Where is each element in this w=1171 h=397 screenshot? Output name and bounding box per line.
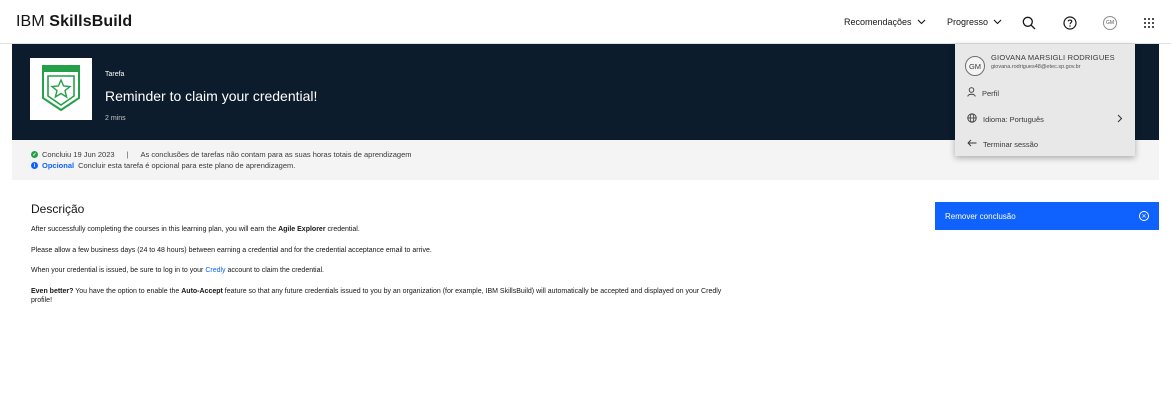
chevron-down-icon bbox=[917, 18, 926, 27]
description-paragraph-3: When your credential is issued, be sure … bbox=[31, 266, 731, 276]
page-title: Reminder to claim your credential! bbox=[105, 88, 318, 104]
completed-date: Concluiu 19 Jun 2023 bbox=[42, 150, 115, 159]
globe-icon bbox=[967, 113, 977, 125]
menu-item-profile[interactable]: Perfil bbox=[967, 87, 1123, 99]
avatar: GM bbox=[965, 56, 985, 76]
description-paragraph-4: Even better? You have the option to enab… bbox=[31, 287, 731, 306]
user-icon bbox=[967, 87, 976, 99]
completed-line: ✓ Concluiu 19 Jun 2023 | As conclusões d… bbox=[31, 150, 412, 159]
user-menu: GM GIOVANA MARSIGLI RODRIGUES giovana.ro… bbox=[955, 44, 1135, 156]
desc-text: When your credential is issued, be sure … bbox=[31, 267, 206, 274]
optional-label: Opcional bbox=[42, 161, 75, 170]
credential-badge-icon bbox=[30, 58, 92, 120]
user-info: GM GIOVANA MARSIGLI RODRIGUES giovana.ro… bbox=[965, 53, 1115, 76]
remove-completion-label: Remover conclusão bbox=[945, 211, 1016, 221]
arrow-left-icon bbox=[967, 139, 977, 149]
check-circle-icon: ✓ bbox=[31, 151, 38, 158]
app-switcher-icon[interactable] bbox=[1140, 14, 1158, 32]
desc-text: After successfully completing the course… bbox=[31, 226, 279, 233]
description-paragraph-1: After successfully completing the course… bbox=[31, 225, 731, 235]
chevron-right-icon bbox=[1117, 114, 1123, 125]
task-duration: 2 mins bbox=[105, 115, 126, 122]
status-separator: | bbox=[126, 150, 129, 159]
user-email: giovana.rodrigues48@etec.sp.gov.br bbox=[991, 64, 1081, 70]
menu-item-logout-label: Terminar sessão bbox=[983, 139, 1039, 149]
description-section: Descrição After successfully completing … bbox=[31, 202, 731, 317]
brand-skillsbuild: SkillsBuild bbox=[49, 13, 133, 30]
remove-completion-button[interactable]: Remover conclusão ✕ bbox=[935, 202, 1159, 230]
hours-note: As conclusões de tarefas não contam para… bbox=[140, 150, 412, 159]
chevron-down-icon bbox=[993, 18, 1002, 27]
desc-text: account to claim the credential. bbox=[225, 267, 325, 274]
desc-emphasis: Even better? bbox=[31, 287, 74, 295]
top-header: IBM SkillsBuild Recomendações Progresso … bbox=[0, 0, 1171, 44]
nav-recommendations[interactable]: Recomendações bbox=[844, 17, 926, 27]
description-paragraph-2: Please allow a few business days (24 to … bbox=[31, 246, 432, 254]
desc-text: You have the option to enable the bbox=[73, 287, 182, 295]
description-heading: Descrição bbox=[31, 202, 85, 216]
optional-note: Concluir esta tarefa é opcional para est… bbox=[78, 161, 296, 170]
close-circle-icon: ✕ bbox=[1139, 211, 1149, 221]
avatar-icon[interactable]: GM bbox=[1103, 16, 1117, 30]
avatar-initials: GM bbox=[968, 61, 982, 71]
avatar-initials: GM bbox=[1105, 20, 1115, 26]
nav-progress-label: Progresso bbox=[947, 17, 989, 27]
credential-name: Agile Explorer bbox=[278, 226, 326, 233]
desc-text: credential. bbox=[325, 226, 360, 233]
brand-logo[interactable]: IBM SkillsBuild bbox=[16, 13, 132, 31]
menu-item-language-label: Idioma: Português bbox=[983, 114, 1044, 124]
menu-item-profile-label: Perfil bbox=[982, 88, 1000, 98]
search-icon[interactable] bbox=[1020, 14, 1038, 32]
info-icon: i bbox=[31, 162, 38, 169]
brand-ibm: IBM bbox=[16, 13, 50, 30]
auto-accept-label: Auto-Accept bbox=[181, 287, 223, 295]
task-type-label: Tarefa bbox=[105, 71, 125, 78]
help-icon[interactable] bbox=[1061, 14, 1079, 32]
menu-item-logout[interactable]: Terminar sessão bbox=[967, 139, 1123, 149]
nav-progress[interactable]: Progresso bbox=[947, 17, 1002, 27]
user-name: GIOVANA MARSIGLI RODRIGUES bbox=[991, 53, 1115, 62]
nav-recommendations-label: Recomendações bbox=[844, 17, 912, 27]
credly-link[interactable]: Credly bbox=[205, 267, 225, 274]
optional-line: i Opcional Concluir esta tarefa é opcion… bbox=[31, 161, 295, 170]
menu-item-language[interactable]: Idioma: Português bbox=[967, 113, 1123, 125]
